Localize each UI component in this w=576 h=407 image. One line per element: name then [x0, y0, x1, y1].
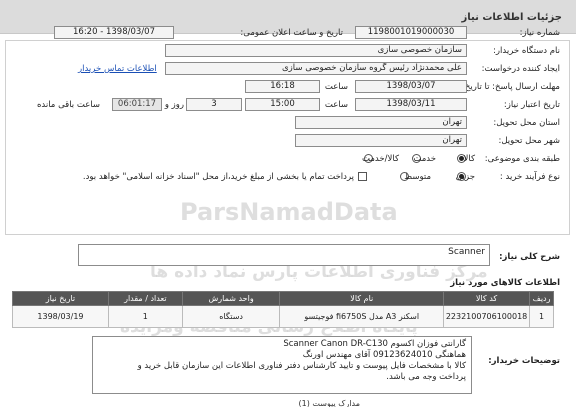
table-row[interactable]: 1 2232100706100018 اسکنر A3 مدل fi6750S …	[12, 305, 554, 328]
announce-date-label: تاریخ و ساعت اعلان عمومی:	[240, 28, 343, 38]
requester-field: علی محمدنژاد رئیس گروه سازمان خصوصی سازی	[165, 62, 467, 75]
province-field: تهران	[295, 116, 467, 129]
items-header-row: ردیف کد کالا نام کالا واحد شمارش تعداد /…	[12, 291, 554, 306]
process-minor-label: جزیی	[455, 172, 475, 182]
remaining-time: 06:01:17	[112, 98, 162, 111]
cell-qty: 1	[107, 305, 183, 328]
reply-deadline-time: 16:18	[245, 80, 320, 93]
cell-date: 1398/03/19	[12, 305, 109, 328]
category-goods-service-label: کالا/خدمت	[362, 154, 399, 164]
process-label: نوع فرآیند خرید :	[499, 172, 560, 182]
remaining-time-label: ساعت باقی مانده	[36, 100, 100, 110]
buyer-contact-link[interactable]: اطلاعات تماس خریدار	[78, 64, 157, 74]
validity-label: تاریخ اعتبار نیاز:	[503, 100, 560, 110]
city-field: تهران	[295, 134, 467, 147]
cell-code: 2232100706100018	[443, 305, 531, 328]
requester-label: ایجاد کننده درخواست:	[481, 64, 560, 74]
announce-date-field: 1398/03/07 - 16:20	[54, 26, 174, 39]
province-label: استان محل تحویل:	[493, 118, 560, 128]
attachments-label: مدارک پیوست (1)	[298, 399, 361, 407]
page-title: جزئیات اطلاعات نیاز	[461, 12, 562, 23]
validity-time: 15:00	[245, 98, 320, 111]
validity-date: 1398/03/11	[355, 98, 467, 111]
need-number-field: 1198001019000030	[355, 26, 467, 39]
buyer-notes-box: گارانتی فوزان اکسوم Scanner Canon DR-C13…	[92, 336, 472, 394]
col-unit: واحد شمارش	[181, 291, 281, 306]
process-medium-label: متوسط	[404, 172, 431, 182]
category-label: طبقه بندی موضوعی:	[484, 154, 560, 164]
validity-days-label: روز و	[164, 100, 184, 110]
col-row: ردیف	[529, 291, 554, 306]
cell-row: 1	[529, 305, 554, 328]
validity-days: 3	[186, 98, 242, 111]
buyer-note-line: پرداخت وجه می باشد.	[386, 372, 466, 382]
treasury-payment-checkbox[interactable]	[358, 172, 367, 181]
items-table: ردیف کد کالا نام کالا واحد شمارش تعداد /…	[12, 291, 554, 328]
col-code: کد کالا	[443, 291, 531, 306]
buyer-note-line: هماهنگی 09123624010 آقای مهندس اورنگ	[302, 350, 466, 360]
need-summary-text: Scanner	[448, 247, 485, 257]
need-summary-label: شرح کلی نیاز:	[499, 252, 560, 262]
reply-deadline-time-label: ساعت	[324, 82, 348, 92]
buyer-note-line: گارانتی فوزان اکسوم Scanner Canon DR-C13…	[283, 339, 466, 349]
reply-deadline-date: 1398/03/07	[355, 80, 467, 93]
buyer-org-label: نام دستگاه خریدار:	[493, 46, 560, 56]
cell-name: اسکنر A3 مدل fi6750S فوجیتسو	[279, 305, 445, 328]
col-name: نام کالا	[279, 291, 445, 306]
need-summary-box: Scanner	[78, 244, 490, 266]
category-service-label: خدمت	[413, 154, 436, 164]
col-qty: تعداد / مقدار	[107, 291, 183, 306]
attachments-button[interactable]: مدارک پیوست (1)	[210, 399, 361, 407]
buyer-org-field: سازمان خصوصی سازی	[165, 44, 467, 57]
col-date: تاریخ نیاز	[12, 291, 109, 306]
category-goods-label: کالا	[463, 154, 475, 164]
reply-deadline-label: مهلت ارسال پاسخ: تا تاریخ:	[462, 82, 560, 92]
buyer-note-line: کالا با مشخصات فایل پیوست و تایید کارشنا…	[137, 361, 466, 371]
need-number-label: شماره نیاز:	[519, 28, 560, 38]
validity-time-label: ساعت	[324, 100, 348, 110]
buyer-notes-label: توضیحات خریدار:	[488, 356, 560, 366]
items-title: اطلاعات کالاهای مورد نیاز	[450, 278, 560, 288]
cell-unit: دستگاه	[181, 305, 281, 328]
city-label: شهر محل تحویل:	[498, 136, 560, 146]
treasury-payment-note: پرداخت تمام یا بخشی از مبلغ خرید،از محل …	[82, 172, 354, 182]
